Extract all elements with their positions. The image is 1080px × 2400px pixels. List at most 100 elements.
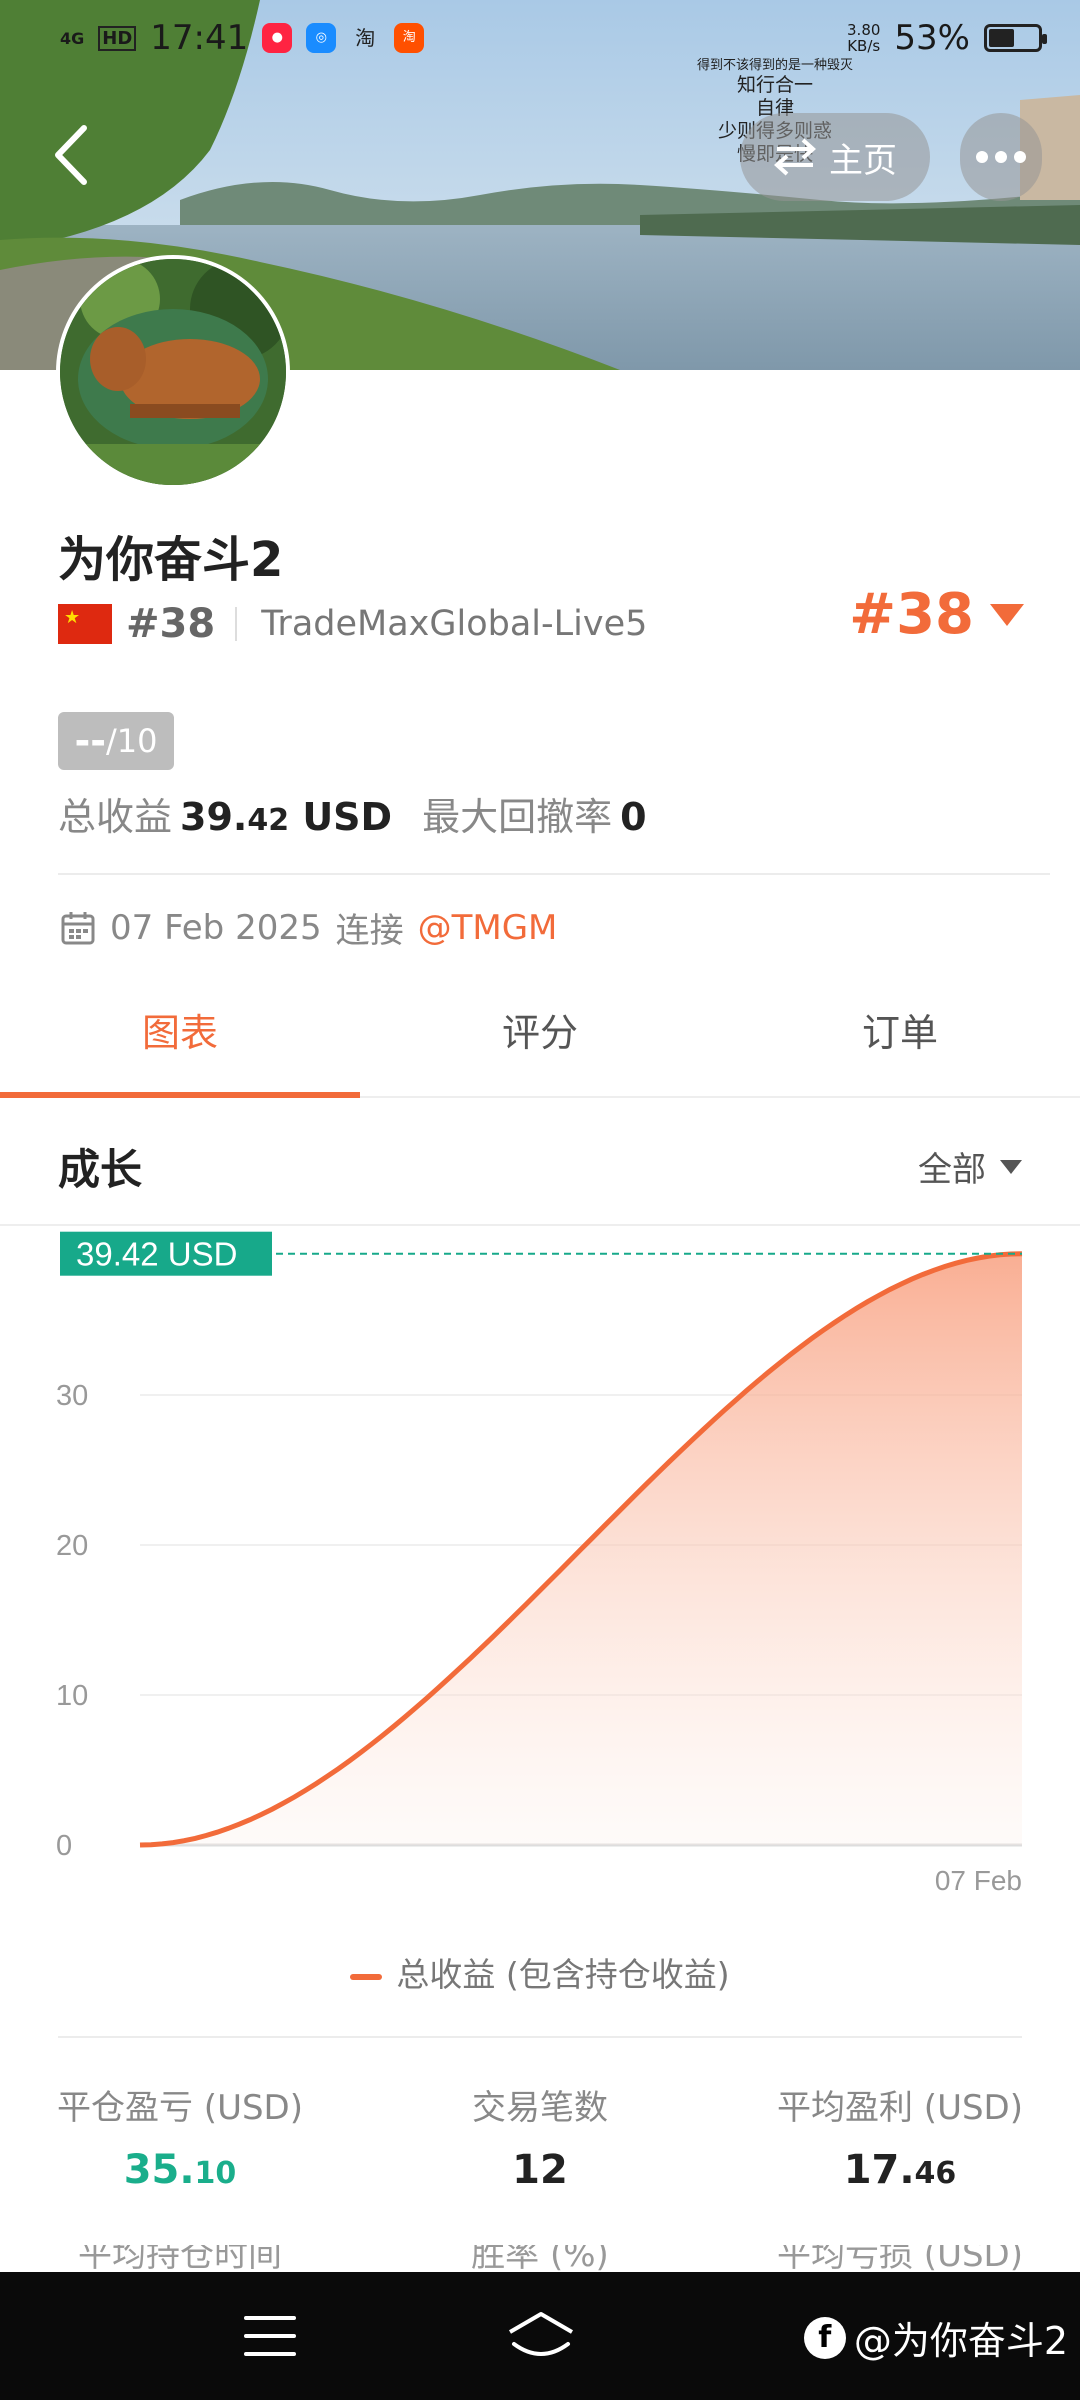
y-tick-label: 20 xyxy=(56,1530,88,1562)
taobao-icon: 淘 xyxy=(394,23,425,53)
score-badge: -- /10 xyxy=(58,712,174,770)
range-filter-label: 全部 xyxy=(918,1150,986,1190)
score-max: /10 xyxy=(106,722,158,760)
divider xyxy=(235,607,238,641)
dot-icon xyxy=(976,151,988,163)
chart-y-axis: 0 10 20 30 xyxy=(56,1380,88,1862)
total-profit-unit: USD xyxy=(289,795,393,839)
china-flag-icon: ★ xyxy=(58,604,112,644)
divider xyxy=(58,2036,1022,2038)
dot-icon xyxy=(1014,151,1026,163)
connection-info: 07 Feb 2025 连接 @TMGM xyxy=(60,903,557,952)
total-profit-label: 总收益 xyxy=(58,795,173,839)
more-options-button[interactable] xyxy=(960,113,1042,201)
home-nav-button[interactable] xyxy=(506,2310,576,2366)
avatar-image xyxy=(60,259,286,485)
score-value: -- xyxy=(74,719,107,763)
speed-value: 3.80 xyxy=(847,21,881,39)
metric-label: 平均盈利 (USD) xyxy=(777,2088,1023,2128)
menu-button[interactable] xyxy=(244,2316,296,2356)
home-icon xyxy=(508,2312,574,2356)
drawdown-label: 最大回撤率 xyxy=(422,795,613,839)
y-tick-label: 30 xyxy=(56,1380,88,1412)
drawdown-value: 0 xyxy=(620,795,647,839)
hd-indicator: HD xyxy=(98,25,137,51)
metric-value: 17.46 xyxy=(720,2147,1080,2193)
metrics-row-partial: 平均持仓时间 胜率 (%) 平均亏损 (USD) xyxy=(0,2245,1080,2275)
network-speed: 3.80 KB/s xyxy=(847,22,880,54)
triangle-down-icon xyxy=(1000,1159,1022,1174)
taobao-text-icon: 淘 xyxy=(355,26,376,50)
total-profit-int: 39. xyxy=(180,795,248,839)
metric-closed-pnl: 平仓盈亏 (USD) 35.10 xyxy=(0,2080,360,2193)
y-tick-label: 0 xyxy=(56,1830,72,1862)
xiaohongshu-icon: ● xyxy=(262,23,293,53)
dot-icon xyxy=(995,151,1007,163)
since-date: 07 Feb 2025 xyxy=(110,907,322,948)
metric-label: 平仓盈亏 (USD) xyxy=(57,2088,303,2128)
divider xyxy=(58,873,1050,875)
avatar[interactable] xyxy=(56,255,290,489)
system-nav-bar: f @为你奋斗2 xyxy=(0,2272,1080,2400)
growth-title: 成长 xyxy=(58,1145,143,1194)
since-text: 连接 xyxy=(335,911,404,951)
metric-int: 17. xyxy=(843,2147,915,2193)
battery-icon xyxy=(984,24,1047,52)
legend-swatch xyxy=(350,1973,383,1980)
metric-dec: 46 xyxy=(914,2156,957,2191)
current-value-label: 39.42 USD xyxy=(76,1236,237,1273)
y-tick-label: 10 xyxy=(56,1680,88,1712)
chevron-left-icon xyxy=(55,125,87,185)
menu-icon xyxy=(244,2316,296,2320)
range-filter-dropdown[interactable]: 全部 xyxy=(918,1142,1022,1191)
network-indicator: 4G xyxy=(60,28,85,48)
growth-chart: 0 10 20 30 39.42 USD 07 Feb xyxy=(56,1231,1023,1896)
growth-header: 成长 全部 xyxy=(0,1100,1080,1226)
metric-dec: 10 xyxy=(194,2156,237,2191)
tab-rating[interactable]: 评分 xyxy=(360,970,720,1096)
profit-summary: 总收益 39.42 USD 最大回撤率 0 xyxy=(58,786,677,841)
metric-label: 平均持仓时间 xyxy=(78,2245,282,2275)
profile-name: 为你奋斗2 xyxy=(58,532,284,588)
metric-value: 35.10 xyxy=(0,2147,360,2193)
battery-percent: 53% xyxy=(894,18,970,58)
metric-avg-profit: 平均盈利 (USD) 17.46 xyxy=(720,2080,1080,2193)
app-logo-icon: f xyxy=(803,2316,846,2359)
total-profit-value: 39.42 USD xyxy=(180,795,392,839)
tab-bar: 图表 评分 订单 xyxy=(0,970,1080,1098)
metrics-row: 平仓盈亏 (USD) 35.10 交易笔数 12 平均盈利 (USD) 17.4… xyxy=(0,2080,1080,2193)
rank-small: #38 xyxy=(126,601,216,647)
status-bar: 4G HD 17:41 ● ◎ 淘 淘 3.80 KB/s 53% xyxy=(0,18,1080,68)
browser-icon: ◎ xyxy=(306,23,337,53)
triangle-down-icon xyxy=(990,603,1024,626)
metric-label: 交易笔数 xyxy=(472,2088,608,2128)
tab-orders[interactable]: 订单 xyxy=(720,970,1080,1096)
rank-row: ★ #38 TradeMaxGlobal-Live5 xyxy=(58,594,647,654)
metric-label: 胜率 (%) xyxy=(471,2245,609,2275)
rank-dropdown[interactable]: #38 xyxy=(849,582,1024,647)
chart-legend: 总收益 (包含持仓收益) xyxy=(0,1948,1080,1996)
chart-x-tick: 07 Feb xyxy=(935,1865,1022,1896)
rank-big: #38 xyxy=(849,582,974,647)
metric-int: 12 xyxy=(512,2147,568,2193)
server-name: TradeMaxGlobal-Live5 xyxy=(261,604,648,644)
total-profit-dec: 42 xyxy=(247,803,290,838)
home-button-label: 主页 xyxy=(829,140,897,181)
metric-label: 平均亏损 (USD) xyxy=(777,2245,1023,2275)
broker-link[interactable]: @TMGM xyxy=(418,908,558,948)
back-button[interactable] xyxy=(48,120,98,190)
clock: 17:41 xyxy=(150,18,249,58)
watermark: f @为你奋斗2 xyxy=(803,2310,1068,2365)
speed-unit: KB/s xyxy=(847,37,881,55)
tab-chart[interactable]: 图表 xyxy=(0,970,360,1098)
metric-int: 35. xyxy=(123,2147,195,2193)
metric-value: 12 xyxy=(360,2147,720,2193)
watermark-text: @为你奋斗2 xyxy=(853,2319,1068,2363)
quote-line: 知行合一 xyxy=(736,74,813,96)
home-button[interactable]: 主页 xyxy=(740,113,930,201)
metric-trade-count: 交易笔数 12 xyxy=(360,2080,720,2193)
quote-line: 得到不该得到的是一种毁灭 xyxy=(696,58,853,73)
calendar-icon xyxy=(61,911,95,944)
legend-label: 总收益 (包含持仓收益) xyxy=(396,1955,730,1994)
swap-icon xyxy=(774,138,816,176)
